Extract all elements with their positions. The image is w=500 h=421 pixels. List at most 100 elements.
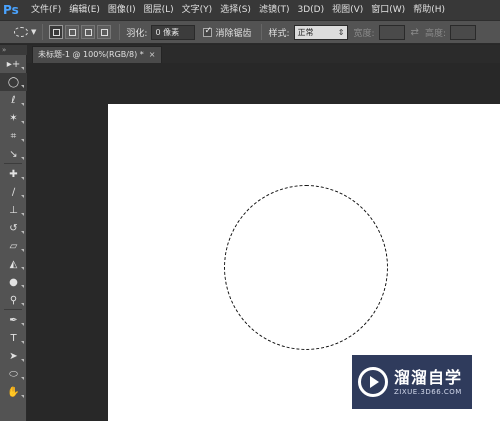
tool-group-indicator	[21, 267, 24, 270]
tool-group-indicator	[21, 231, 24, 234]
eraser-tool-button[interactable]: ▱	[0, 237, 27, 255]
menu-image[interactable]: 图像(I)	[104, 0, 140, 20]
lasso-tool-button[interactable]: ℓ	[0, 91, 27, 109]
style-label: 样式:	[268, 28, 290, 39]
brush-tool-icon: ∕	[11, 186, 16, 198]
eyedropper-tool-button[interactable]: ↘	[0, 145, 27, 163]
divider	[119, 24, 121, 40]
play-logo-icon	[358, 367, 388, 397]
width-label: 宽度:	[353, 28, 375, 39]
tool-group-indicator	[21, 67, 24, 70]
menu-layer[interactable]: 图层(L)	[140, 0, 178, 20]
intersect-selection-icon	[100, 28, 108, 36]
antialias-label: 消除锯齿	[215, 28, 252, 39]
menu-3d[interactable]: 3D(D)	[293, 0, 328, 20]
blur-tool-icon: ●	[9, 276, 18, 288]
chevron-down-icon[interactable]: ▼	[31, 28, 36, 36]
hand-tool-button[interactable]: ✋	[0, 383, 27, 401]
ellipse-marquee-icon[interactable]	[14, 27, 28, 37]
clone-stamp-tool-button[interactable]: ⊥	[0, 201, 27, 219]
crop-tool-button[interactable]: ⌗	[0, 127, 27, 145]
watermark-subtitle: ZIXUE.3D66.COM	[394, 388, 462, 396]
magic-wand-tool-button[interactable]: ✶	[0, 109, 27, 127]
ellipse-shape-tool-button[interactable]: ⬭	[0, 365, 27, 383]
menu-edit[interactable]: 编辑(E)	[65, 0, 104, 20]
history-brush-tool-icon: ↺	[9, 222, 18, 234]
style-select[interactable]: 正常	[293, 24, 348, 40]
tool-group-indicator	[21, 121, 24, 124]
blur-tool-button[interactable]: ●	[0, 273, 27, 291]
options-bar: ▼ 羽化: 0 像素 消除锯齿 样式: 正常 宽度: ⇄ 高度:	[0, 20, 500, 44]
new-selection-icon	[52, 28, 60, 36]
clone-stamp-tool-icon: ⊥	[9, 204, 18, 216]
menu-type[interactable]: 文字(Y)	[178, 0, 217, 20]
antialias-checkbox[interactable]	[203, 26, 213, 37]
paint-bucket-tool-button[interactable]: ◭	[0, 255, 27, 273]
tool-group-indicator	[21, 213, 24, 216]
subtract-selection-button[interactable]	[81, 25, 96, 39]
magic-wand-tool-icon: ✶	[9, 112, 18, 124]
close-icon[interactable]: ×	[149, 47, 156, 63]
paint-bucket-tool-icon: ◭	[9, 258, 18, 270]
document-tab-bar: 未标题-1 @ 100%(RGB/8) * ×	[27, 45, 500, 63]
feather-input[interactable]: 0 像素	[151, 24, 196, 40]
elliptical-marquee-tool-button[interactable]: ◯	[0, 73, 27, 91]
brush-tool-button[interactable]: ∕	[0, 183, 27, 201]
menu-select[interactable]: 选择(S)	[216, 0, 255, 20]
crop-tool-icon: ⌗	[10, 130, 17, 142]
tool-group-indicator	[21, 323, 24, 326]
menu-file[interactable]: 文件(F)	[27, 0, 65, 20]
ps-logo-icon: Ps	[3, 3, 19, 17]
intersect-selection-button[interactable]	[97, 25, 112, 39]
pen-tool-button[interactable]: ✒	[0, 311, 27, 329]
document-tab[interactable]: 未标题-1 @ 100%(RGB/8) * ×	[32, 46, 163, 63]
tool-group-indicator	[21, 139, 24, 142]
dodge-tool-icon: ⚲	[9, 294, 18, 306]
tool-group-indicator	[21, 377, 24, 380]
elliptical-selection[interactable]	[224, 185, 388, 350]
dodge-tool-button[interactable]: ⚲	[0, 291, 27, 309]
type-tool-icon: T	[10, 332, 17, 344]
path-selection-tool-icon: ➤	[9, 350, 18, 362]
divider	[42, 24, 44, 40]
document-tab-title: 未标题-1 @ 100%(RGB/8) *	[38, 50, 144, 59]
menu-filter[interactable]: 滤镜(T)	[255, 0, 294, 20]
move-tool-button[interactable]: ▸+	[0, 55, 27, 73]
height-label: 高度:	[424, 28, 446, 39]
tool-group-indicator	[21, 359, 24, 362]
path-selection-tool-button[interactable]: ➤	[0, 347, 27, 365]
tool-group-indicator	[21, 341, 24, 344]
healing-brush-tool-button[interactable]: ✚	[0, 165, 27, 183]
add-selection-button[interactable]	[65, 25, 80, 39]
menu-window[interactable]: 窗口(W)	[367, 0, 409, 20]
type-tool-button[interactable]: T	[0, 329, 27, 347]
hand-tool-icon: ✋	[7, 386, 20, 398]
eyedropper-tool-icon: ↘	[9, 148, 18, 160]
tool-group-indicator	[21, 177, 24, 180]
tool-group-indicator	[21, 249, 24, 252]
tool-group-indicator	[21, 303, 24, 306]
lasso-tool-icon: ℓ	[11, 94, 16, 106]
height-input[interactable]	[449, 24, 476, 40]
subtract-selection-icon	[84, 28, 92, 36]
tool-group-indicator	[21, 395, 24, 398]
add-selection-icon	[68, 28, 76, 36]
divider	[261, 24, 263, 40]
swap-icon[interactable]: ⇄	[411, 27, 419, 38]
eraser-tool-icon: ▱	[9, 240, 18, 252]
menu-view[interactable]: 视图(V)	[328, 0, 367, 20]
elliptical-marquee-tool-icon: ◯	[7, 76, 20, 88]
tool-group-indicator	[21, 85, 24, 88]
watermark: 溜溜自学 ZIXUE.3D66.COM	[352, 355, 472, 409]
photoshop-window: Ps 文件(F) 编辑(E) 图像(I) 图层(L) 文字(Y) 选择(S) 滤…	[0, 0, 500, 421]
menu-help[interactable]: 帮助(H)	[409, 0, 449, 20]
feather-label: 羽化:	[126, 28, 148, 39]
width-input[interactable]	[378, 24, 405, 40]
tools-collapse-toggle[interactable]: »	[0, 45, 27, 55]
new-selection-button[interactable]	[49, 25, 64, 39]
history-brush-tool-button[interactable]: ↺	[0, 219, 27, 237]
tool-group-indicator	[21, 103, 24, 106]
tool-group-indicator	[21, 195, 24, 198]
tool-group-indicator	[21, 157, 24, 160]
move-tool-icon: ▸+	[6, 58, 21, 70]
